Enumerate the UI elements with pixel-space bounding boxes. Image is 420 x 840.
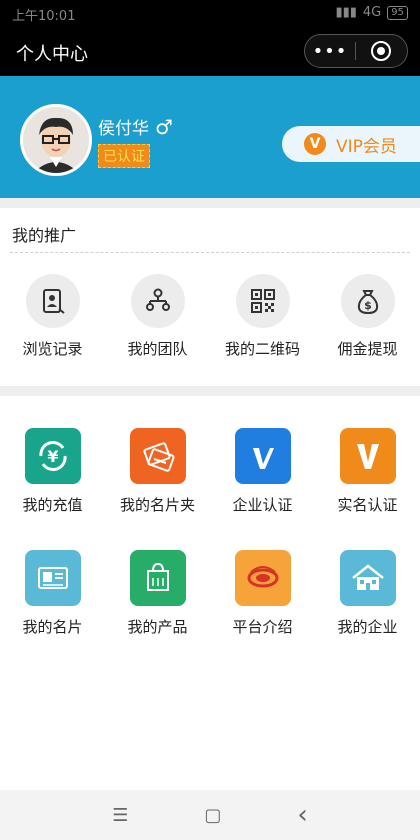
grid-item-platform-intro[interactable]: 平台介绍: [210, 550, 315, 637]
grid-item-business-card[interactable]: 我的名片: [0, 550, 105, 637]
more-menu-button[interactable]: •••: [305, 41, 355, 62]
grid-item-realname-verify[interactable]: 实名认证: [315, 428, 420, 515]
grid-item-label: 企业认证: [232, 496, 293, 514]
verified-badge: 已认证: [98, 144, 150, 168]
browse-history-icon: [25, 274, 80, 328]
miniprogram-capsule: •••: [304, 34, 408, 68]
section-divider: [0, 386, 420, 396]
signal-icon: ▮▮▮: [335, 5, 357, 20]
back-icon[interactable]: ‹: [297, 800, 307, 830]
promo-item-label: 我的团队: [127, 340, 188, 358]
system-navigation-bar: ☰ ▢ ‹: [0, 790, 420, 840]
product-icon: [129, 550, 186, 606]
avatar[interactable]: [20, 104, 92, 176]
user-name-row: 侯付华 ♂: [98, 114, 173, 140]
menu-icon[interactable]: ☰: [112, 805, 128, 826]
user-name: 侯付华: [98, 119, 149, 139]
card-holder-icon: [129, 428, 186, 484]
promo-item-team[interactable]: 我的团队: [105, 274, 210, 359]
male-gender-icon: ♂: [155, 114, 173, 139]
promo-item-browse-history[interactable]: 浏览记录: [0, 274, 105, 359]
promo-row: 浏览记录 我的团队 我的二维码 $ 佣金提现: [0, 274, 420, 359]
target-icon: [371, 41, 391, 61]
promo-item-commission-withdraw[interactable]: $ 佣金提现: [315, 274, 420, 359]
realname-verify-icon: [339, 428, 396, 484]
vip-label: VIP会员: [336, 136, 397, 157]
grid-item-enterprise-verify[interactable]: 企业认证: [210, 428, 315, 515]
svg-text:¥: ¥: [47, 447, 58, 466]
promo-item-label: 我的二维码: [224, 340, 300, 358]
money-bag-icon: $: [340, 274, 395, 328]
grid-item-label: 平台介绍: [232, 618, 293, 636]
business-card-icon: [24, 550, 81, 606]
status-indicators: ▮▮▮ 4G 95: [335, 5, 408, 20]
promo-item-label: 浏览记录: [22, 340, 83, 358]
platform-intro-icon: [234, 550, 291, 606]
section-divider: [0, 198, 420, 208]
profile-header: 侯付华 ♂ 已认证 V VIP会员: [0, 76, 420, 198]
dashed-divider: [10, 252, 410, 253]
grid-item-recharge[interactable]: ¥ 我的充值: [0, 428, 105, 515]
recharge-icon: ¥: [24, 428, 81, 484]
promo-item-qrcode[interactable]: 我的二维码: [210, 274, 315, 359]
company-icon: [339, 550, 396, 606]
grid-item-label: 我的名片夹: [119, 496, 195, 514]
grid-item-label: 我的名片: [22, 618, 83, 636]
status-bar: 上午10:01 ▮▮▮ 4G 95: [0, 0, 420, 28]
svg-text:$: $: [364, 299, 372, 312]
enterprise-verify-icon: [234, 428, 291, 484]
network-type: 4G: [362, 5, 382, 20]
vip-member-button[interactable]: V VIP会员: [282, 126, 420, 162]
grid-item-label: 我的充值: [22, 496, 83, 514]
grid-item-label: 我的企业: [337, 618, 398, 636]
grid-item-product[interactable]: 我的产品: [105, 550, 210, 637]
home-icon[interactable]: ▢: [204, 805, 221, 826]
promo-item-label: 佣金提现: [337, 340, 398, 358]
team-icon: [130, 274, 185, 328]
battery-level: 95: [387, 5, 408, 20]
status-time: 上午10:01: [12, 9, 76, 24]
grid-item-company[interactable]: 我的企业: [315, 550, 420, 637]
grid-item-label: 实名认证: [337, 496, 398, 514]
close-miniprogram-button[interactable]: [356, 41, 406, 61]
avatar-illustration: [23, 107, 89, 173]
grid-item-card-holder[interactable]: 我的名片夹: [105, 428, 210, 515]
feature-grid-row-2: 我的名片 我的产品 平台介绍 我的企业: [0, 550, 420, 637]
page-title: 个人中心: [16, 44, 88, 65]
navigation-bar: 个人中心 •••: [0, 28, 420, 76]
grid-item-label: 我的产品: [127, 618, 188, 636]
qrcode-icon: [235, 274, 290, 328]
feature-grid-row-1: ¥ 我的充值 我的名片夹 企业认证 实名认证: [0, 428, 420, 515]
vip-icon: V: [304, 133, 326, 155]
promo-section-title: 我的推广: [12, 226, 77, 245]
